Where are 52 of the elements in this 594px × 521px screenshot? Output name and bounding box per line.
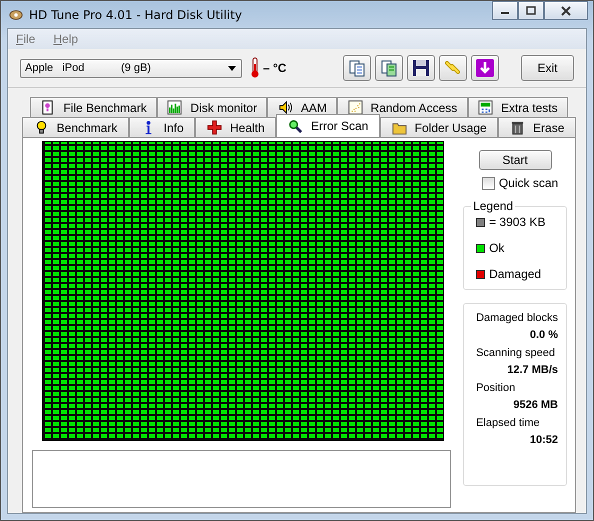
legend-label: Ok — [489, 241, 504, 255]
document-icon — [40, 100, 56, 115]
menu-item[interactable]: File — [16, 32, 36, 46]
drive-dropdown[interactable]: Apple iPod (9 gB) — [20, 58, 242, 78]
save-icon[interactable] — [407, 55, 435, 81]
close-button[interactable] — [544, 1, 588, 20]
tab[interactable]: File Benchmark — [30, 97, 158, 117]
trash-icon — [510, 120, 526, 135]
maximize-icon — [525, 6, 537, 16]
stat-value: 0.0 % — [530, 329, 558, 341]
tab[interactable]: Extra tests — [468, 97, 568, 117]
temperature-reading: – °C — [263, 61, 286, 75]
tab[interactable]: Info — [129, 117, 196, 137]
minimize-button[interactable] — [492, 1, 518, 20]
maximize-button[interactable] — [518, 1, 544, 20]
stat-label: Scanning speed — [476, 347, 556, 359]
tab[interactable]: Erase — [498, 117, 576, 137]
legend-label: Damaged — [489, 267, 542, 281]
tab[interactable]: Random Access — [337, 97, 468, 117]
start-button[interactable]: Start — [478, 150, 552, 170]
search-icon — [288, 118, 303, 134]
tab[interactable]: Error Scan — [276, 114, 380, 137]
copy-icon[interactable] — [343, 55, 371, 81]
stat-value: 10:52 — [530, 434, 558, 446]
minimize-icon — [501, 12, 509, 14]
window-title: HD Tune Pro 4.01 - Hard Disk Utility — [29, 8, 242, 22]
quick-scan-checkbox[interactable]: Quick scan — [482, 176, 558, 190]
stat-value: 12.7 MB/s — [507, 364, 558, 376]
menu-item[interactable]: Help — [53, 32, 78, 46]
stat-label: Elapsed time — [476, 417, 541, 429]
scatter-icon — [348, 100, 363, 115]
close-icon — [560, 6, 572, 16]
group-title: Legend — [471, 199, 516, 213]
disk-icon — [9, 8, 23, 22]
legend-label: = 3903 KB — [489, 215, 546, 229]
speaker-icon — [278, 100, 293, 115]
stat-value: 9526 MB — [513, 399, 558, 411]
copy-icon[interactable] — [375, 55, 403, 81]
tab[interactable]: Disk monitor — [157, 97, 268, 117]
stat-label: Position — [476, 382, 516, 394]
tab[interactable]: Folder Usage — [380, 117, 498, 137]
tab[interactable]: Health — [195, 117, 276, 137]
exit-button[interactable]: Exit — [521, 55, 574, 81]
checkbox[interactable] — [482, 176, 495, 190]
calculator-icon — [478, 100, 493, 115]
tab[interactable]: Benchmark — [22, 117, 130, 137]
download-icon[interactable] — [471, 55, 499, 81]
bar-chart-icon — [167, 100, 182, 115]
cross-icon — [207, 120, 222, 135]
caret-icon — [228, 66, 236, 70]
thermometer-icon — [251, 57, 259, 79]
stat-label: Damaged blocks — [476, 312, 558, 324]
